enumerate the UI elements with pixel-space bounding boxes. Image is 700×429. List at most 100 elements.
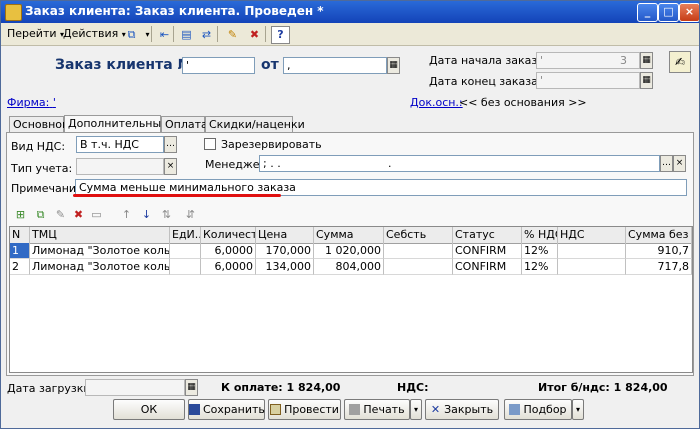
cell-status[interactable]: CONFIRM: [453, 243, 522, 259]
toolbar-separator: [217, 26, 218, 42]
sort-desc-icon[interactable]: ⇵: [183, 207, 198, 222]
cell-unit[interactable]: [170, 259, 201, 275]
cell-unit[interactable]: [170, 243, 201, 259]
cell-sum-wo-vat[interactable]: 717,8: [626, 259, 692, 275]
manager-select-button[interactable]: …: [660, 155, 673, 172]
row-number: 2: [10, 259, 30, 275]
end-calendar-icon[interactable]: ▦: [640, 72, 653, 89]
back-arrow-icon[interactable]: ⇤: [155, 26, 174, 44]
cell-vat[interactable]: [558, 243, 626, 259]
col-header-unit[interactable]: ЕдИ...: [170, 227, 201, 243]
cell-price[interactable]: 134,000: [256, 259, 314, 275]
toolbar-separator: [151, 26, 152, 42]
tab-main[interactable]: Основной: [9, 116, 69, 132]
close-button[interactable]: ✕ Закрыть: [425, 399, 499, 420]
tab-additional[interactable]: Дополнительный: [64, 115, 168, 133]
load-date-field[interactable]: [85, 379, 185, 396]
maximize-button[interactable]: □: [658, 3, 679, 22]
menu-bar: Перейти ▾ Действия ▾ ⧉ ▾ ⇤ ▤ ⇄ ✎ ✖ ?: [1, 23, 699, 46]
tab-payment[interactable]: Оплата: [161, 116, 208, 132]
col-header-sum-wo-vat[interactable]: Сумма без ...: [626, 227, 692, 243]
order-date-field[interactable]: ,: [283, 57, 387, 74]
cell-vat[interactable]: [558, 259, 626, 275]
cell-quantity[interactable]: 6,0000: [201, 259, 256, 275]
cell-price[interactable]: 170,000: [256, 243, 314, 259]
start-date-field[interactable]: ' 3: [536, 52, 640, 69]
sort-asc-icon[interactable]: ⇅: [159, 207, 174, 222]
cell-quantity[interactable]: 6,0000: [201, 243, 256, 259]
movements-icon[interactable]: ⇄: [197, 26, 216, 44]
basis-link[interactable]: Док.осн.:: [410, 96, 463, 109]
col-header-price[interactable]: Цена: [256, 227, 314, 243]
start-calendar-icon[interactable]: ▦: [640, 52, 653, 69]
delete-icon[interactable]: ✖: [245, 26, 264, 44]
firm-link[interactable]: Фирма: ': [7, 96, 56, 109]
title-bar[interactable]: Заказ клиента: Заказ клиента. Проведен *…: [1, 1, 699, 23]
selection-button[interactable]: Подбор: [504, 399, 572, 420]
col-header-sum[interactable]: Сумма: [314, 227, 384, 243]
cell-sum[interactable]: 804,000: [314, 259, 384, 275]
ok-button[interactable]: ОК: [113, 399, 185, 420]
selection-dropdown-button[interactable]: ▾: [572, 399, 584, 420]
cell-vat-rate[interactable]: 12%: [522, 259, 558, 275]
items-table[interactable]: N ТМЦ ЕдИ... Количест... Цена Сумма Себс…: [9, 226, 693, 373]
end-edit-icon[interactable]: ▭: [89, 207, 104, 222]
col-header-vat[interactable]: НДС: [558, 227, 626, 243]
reserve-checkbox[interactable]: [204, 138, 216, 150]
print-button[interactable]: Печать: [344, 399, 410, 420]
cell-sum[interactable]: 1 020,000: [314, 243, 384, 259]
copy-row-icon[interactable]: ⧉: [33, 207, 48, 222]
end-date-field[interactable]: ': [536, 72, 640, 89]
cell-item[interactable]: Лимонад "Золотое кольцо...: [30, 259, 170, 275]
document-title: Заказ клиента №:: [55, 57, 200, 73]
minimize-button[interactable]: _: [637, 3, 658, 22]
menu-actions[interactable]: Действия ▾: [63, 27, 126, 40]
close-window-button[interactable]: ×: [679, 3, 699, 22]
save-button[interactable]: Сохранить: [188, 399, 265, 420]
vat-total-label: НДС:: [397, 381, 429, 394]
order-number-field[interactable]: ': [182, 57, 255, 74]
reserve-label: Зарезервировать: [221, 138, 322, 151]
print-preview-icon[interactable]: ✎: [223, 26, 242, 44]
vat-type-field[interactable]: В т.ч. НДС: [76, 136, 164, 153]
notes-icon[interactable]: ✍: [669, 51, 691, 73]
help-icon[interactable]: ?: [271, 26, 290, 44]
table-row[interactable]: 2 Лимонад "Золотое кольцо... 6,0000 134,…: [10, 259, 692, 275]
col-header-n[interactable]: N: [10, 227, 30, 243]
cell-cost[interactable]: [384, 259, 453, 275]
edit-row-icon[interactable]: ✎: [53, 207, 68, 222]
add-row-icon[interactable]: ⊞: [13, 207, 28, 222]
menu-goto[interactable]: Перейти ▾: [7, 27, 64, 40]
cell-status[interactable]: CONFIRM: [453, 259, 522, 275]
table-header: N ТМЦ ЕдИ... Количест... Цена Сумма Себс…: [10, 227, 692, 244]
col-header-item[interactable]: ТМЦ: [30, 227, 170, 243]
manager-field[interactable]: ; . ..: [259, 155, 660, 172]
vat-select-button[interactable]: …: [164, 136, 177, 153]
col-header-vat-rate[interactable]: % НДС: [522, 227, 558, 243]
col-header-quantity[interactable]: Количест...: [201, 227, 256, 243]
print-dropdown-button[interactable]: ▾: [410, 399, 422, 420]
table-row[interactable]: 1 Лимонад "Золотое кольцо... 6,0000 170,…: [10, 243, 692, 259]
cell-vat-rate[interactable]: 12%: [522, 243, 558, 259]
save-icon: [189, 404, 200, 415]
delete-row-icon[interactable]: ✖: [71, 207, 86, 222]
toolbar-separator: [265, 26, 266, 42]
move-down-icon[interactable]: ↓: [139, 207, 154, 222]
document-structure-icon[interactable]: ▤: [177, 26, 196, 44]
cell-sum-wo-vat[interactable]: 910,7: [626, 243, 692, 259]
load-date-label: Дата загрузки:: [7, 382, 95, 395]
accounting-clear-button[interactable]: ×: [164, 158, 177, 175]
col-header-status[interactable]: Статус: [453, 227, 522, 243]
move-up-icon[interactable]: ↑: [119, 207, 134, 222]
manager-clear-button[interactable]: ×: [673, 155, 686, 172]
col-header-cost[interactable]: Себсть: [384, 227, 453, 243]
cell-item[interactable]: Лимонад "Золотое кольцо...: [30, 243, 170, 259]
calendar-icon[interactable]: ▦: [387, 57, 400, 74]
load-date-calendar-icon[interactable]: ▦: [185, 379, 198, 396]
tab-discounts[interactable]: Скидки/наценки: [205, 116, 305, 132]
accounting-field[interactable]: [76, 158, 164, 175]
toolbar-separator: [173, 26, 174, 42]
cell-cost[interactable]: [384, 243, 453, 259]
post-button[interactable]: Провести: [268, 399, 341, 420]
end-date-label: Дата конец заказа:: [429, 75, 542, 88]
